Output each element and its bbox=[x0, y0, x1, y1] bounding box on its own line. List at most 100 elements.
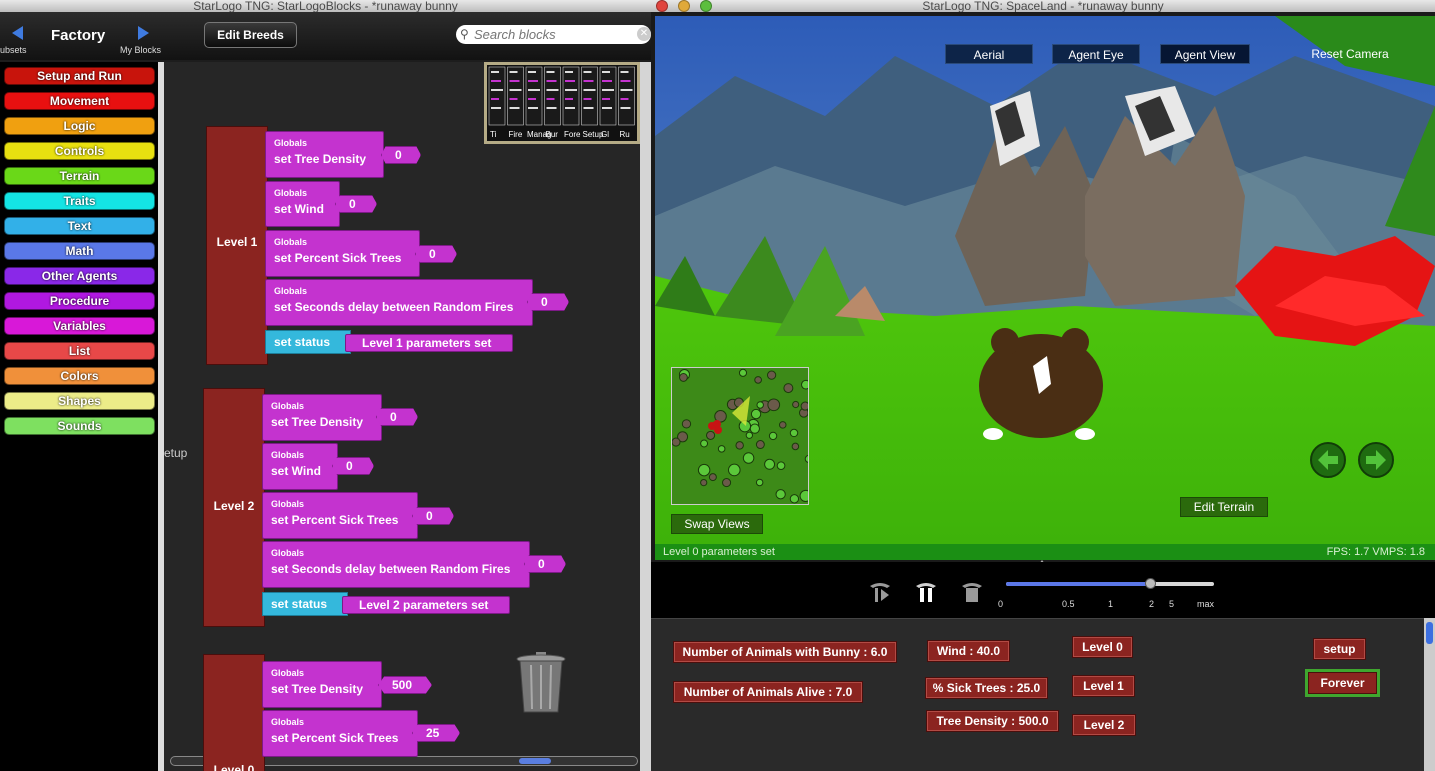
spaceland-window: StarLogo TNG: SpaceLand - *runaway bunny bbox=[651, 0, 1435, 771]
minimap-page[interactable] bbox=[507, 66, 524, 126]
workspace-scrollbar[interactable] bbox=[640, 62, 651, 771]
edit-breeds-button[interactable]: Edit Breeds bbox=[204, 22, 297, 48]
minimap-page-label: Bur bbox=[546, 130, 559, 139]
level-2-button[interactable]: Level 2 bbox=[1072, 714, 1136, 736]
trash-can-icon[interactable] bbox=[516, 652, 566, 714]
close-window-icon[interactable] bbox=[656, 0, 668, 12]
category-logic[interactable]: Logic bbox=[4, 117, 155, 135]
speed-slider-thumb[interactable] bbox=[1144, 578, 1156, 589]
status-text-value[interactable]: Level 1 parameters set bbox=[345, 334, 513, 352]
stop-icon[interactable] bbox=[959, 580, 985, 604]
tree-density-value[interactable]: 0 bbox=[381, 146, 421, 164]
category-movement[interactable]: Movement bbox=[4, 92, 155, 110]
rotate-right-arrow-icon[interactable] bbox=[1358, 442, 1394, 478]
level-2-procedure-block[interactable]: Level 2 bbox=[203, 388, 265, 627]
setup-button[interactable]: setup bbox=[1313, 638, 1366, 660]
tree-density-value[interactable]: 0 bbox=[376, 408, 418, 426]
status-text-value[interactable]: Level 2 parameters set bbox=[342, 596, 510, 614]
set-percent-sick-trees-block[interactable]: Globals set Percent Sick Trees bbox=[265, 230, 420, 277]
category-controls[interactable]: Controls bbox=[4, 142, 155, 160]
forever-button[interactable]: Forever bbox=[1308, 672, 1377, 694]
category-terrain[interactable]: Terrain bbox=[4, 167, 155, 185]
category-variables[interactable]: Variables bbox=[4, 317, 155, 335]
wind-value[interactable]: 0 bbox=[332, 457, 374, 475]
rotate-left-arrow-icon[interactable] bbox=[1310, 442, 1346, 478]
horizontal-scroll-thumb[interactable] bbox=[519, 758, 551, 764]
category-math[interactable]: Math bbox=[4, 242, 155, 260]
category-sounds[interactable]: Sounds bbox=[4, 417, 155, 435]
set-percent-sick-trees-block[interactable]: Globals set Percent Sick Trees bbox=[262, 492, 418, 539]
3d-viewport[interactable]: Aerial Agent Eye Agent View Reset Camera… bbox=[655, 16, 1435, 544]
percent-sick-trees-value[interactable]: 0 bbox=[412, 507, 454, 525]
search-input[interactable] bbox=[474, 26, 639, 43]
set-wind-block[interactable]: Globals set Wind bbox=[265, 181, 340, 227]
wind-slider-monitor[interactable]: Wind : 40.0 bbox=[927, 640, 1010, 662]
level-1-button[interactable]: Level 1 bbox=[1072, 675, 1135, 697]
minimap-page[interactable] bbox=[618, 66, 635, 126]
agent-eye-view-button[interactable]: Agent Eye bbox=[1052, 44, 1140, 64]
speed-slider[interactable] bbox=[1006, 578, 1214, 589]
globals-label: Globals bbox=[271, 668, 305, 678]
category-traits[interactable]: Traits bbox=[4, 192, 155, 210]
tree-density-value[interactable]: 500 bbox=[378, 676, 432, 694]
category-text[interactable]: Text bbox=[4, 217, 155, 235]
run-controls-bar: 0 0.5 1 2 5 max bbox=[651, 562, 1435, 618]
search-box[interactable]: ⚲ ✕ bbox=[456, 25, 651, 44]
globals-label: Globals bbox=[271, 450, 305, 460]
level-1-procedure-block[interactable]: Level 1 bbox=[206, 126, 268, 365]
swap-views-button[interactable]: Swap Views bbox=[671, 514, 763, 534]
set-wind-block[interactable]: Globals set Wind bbox=[262, 443, 338, 490]
globals-label: Globals bbox=[271, 499, 305, 509]
sick-trees-slider-monitor[interactable]: % Sick Trees : 25.0 bbox=[925, 677, 1048, 699]
minimap-block-mark bbox=[509, 71, 518, 73]
previous-arrow-icon[interactable] bbox=[12, 26, 23, 40]
level-0-button[interactable]: Level 0 bbox=[1072, 636, 1133, 658]
category-other-agents[interactable]: Other Agents bbox=[4, 267, 155, 285]
subsets-label[interactable]: ubsets bbox=[0, 45, 27, 55]
aerial-view-button[interactable]: Aerial bbox=[945, 44, 1033, 64]
category-setup-and-run[interactable]: Setup and Run bbox=[4, 67, 155, 85]
set-tree-density-block[interactable]: Globals set Tree Density bbox=[262, 394, 382, 441]
tree-density-slider-monitor[interactable]: Tree Density : 500.0 bbox=[926, 710, 1059, 732]
wind-value[interactable]: 0 bbox=[335, 195, 377, 213]
minimap-page[interactable] bbox=[599, 66, 617, 126]
category-colors[interactable]: Colors bbox=[4, 367, 155, 385]
zoom-window-icon[interactable] bbox=[700, 0, 712, 12]
set-status-block[interactable]: set status bbox=[265, 330, 351, 354]
clear-search-icon[interactable]: ✕ bbox=[637, 27, 651, 41]
my-blocks-label[interactable]: My Blocks bbox=[120, 45, 161, 55]
set-status-block[interactable]: set status bbox=[262, 592, 348, 616]
category-procedure[interactable]: Procedure bbox=[4, 292, 155, 310]
minimap-block-mark bbox=[491, 89, 503, 91]
reset-camera-button[interactable]: Reset Camera bbox=[1300, 44, 1400, 64]
random-fires-delay-value[interactable]: 0 bbox=[524, 555, 566, 573]
set-random-fires-delay-block[interactable]: Globals set Seconds delay between Random… bbox=[262, 541, 530, 588]
minimap-tree bbox=[749, 423, 760, 434]
random-fires-delay-value[interactable]: 0 bbox=[527, 293, 569, 311]
workspace-minimap[interactable]: Ti Fire Manag Bur Fore Setup Gl Ru bbox=[484, 62, 640, 144]
agent-view-button[interactable]: Agent View bbox=[1160, 44, 1250, 64]
level-0-procedure-block[interactable]: Level 0 bbox=[203, 654, 265, 771]
minimap-page[interactable] bbox=[525, 66, 543, 126]
category-shapes[interactable]: Shapes bbox=[4, 392, 155, 410]
category-list[interactable]: List bbox=[4, 342, 155, 360]
set-tree-density-block[interactable]: Globals set Tree Density bbox=[262, 661, 382, 708]
set-tree-density-block[interactable]: Globals set Tree Density bbox=[265, 131, 384, 178]
next-arrow-icon[interactable] bbox=[138, 26, 149, 40]
minimap-page[interactable] bbox=[544, 66, 561, 126]
minimap-page[interactable] bbox=[581, 66, 598, 126]
step-icon[interactable] bbox=[867, 580, 893, 604]
minimap-page[interactable] bbox=[488, 66, 506, 126]
minimap-block-mark bbox=[528, 71, 536, 73]
panel-scrollbar[interactable] bbox=[1424, 618, 1435, 771]
set-random-fires-delay-block[interactable]: Globals set Seconds delay between Random… bbox=[265, 279, 533, 326]
percent-sick-trees-value[interactable]: 25 bbox=[412, 724, 460, 742]
edit-terrain-button[interactable]: Edit Terrain bbox=[1180, 497, 1268, 517]
pause-icon[interactable] bbox=[913, 580, 939, 604]
minimap-page[interactable] bbox=[562, 66, 580, 126]
set-percent-sick-trees-block[interactable]: Globals set Percent Sick Trees bbox=[262, 710, 418, 757]
overhead-minimap[interactable] bbox=[671, 367, 809, 505]
percent-sick-trees-value[interactable]: 0 bbox=[415, 245, 457, 263]
minimize-window-icon[interactable] bbox=[678, 0, 690, 12]
panel-scroll-thumb[interactable] bbox=[1426, 622, 1433, 644]
